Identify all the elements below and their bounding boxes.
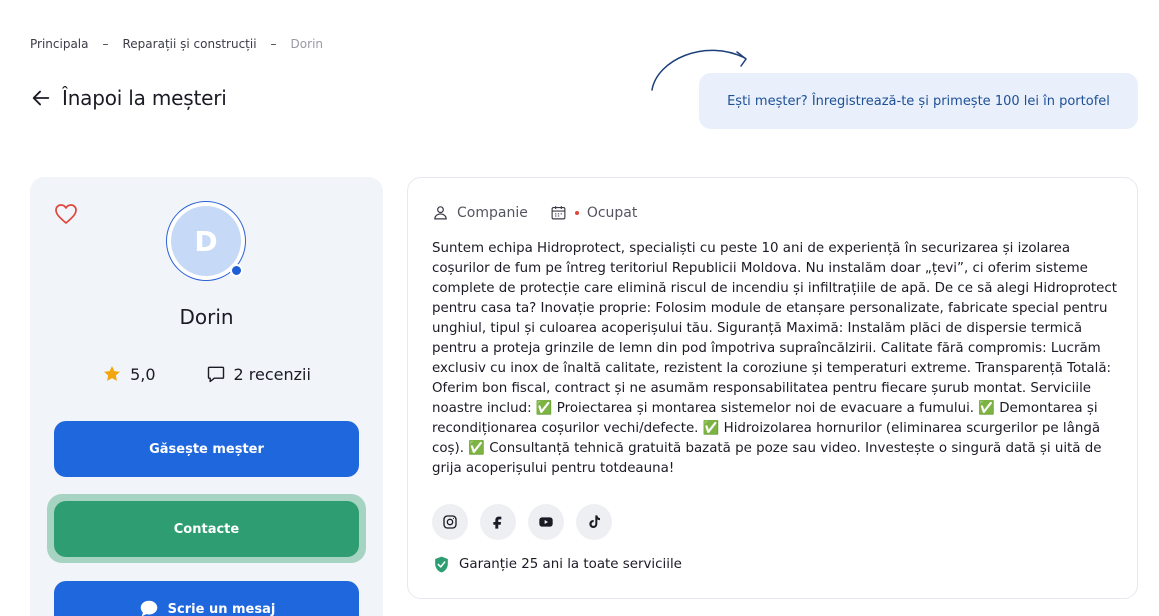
guarantee: Garanție 25 ani la toate serviciile <box>432 555 682 574</box>
back-link[interactable]: Înapoi la meșteri <box>30 86 227 110</box>
find-master-button[interactable]: Găsește meșter <box>54 421 359 477</box>
register-promo-text: Ești meșter? Înregistrează-te și primeșt… <box>727 93 1110 109</box>
online-status-dot <box>230 264 243 277</box>
breadcrumb: Principala – Reparații și construcții – … <box>30 37 323 51</box>
calendar-icon <box>551 206 566 220</box>
guarantee-text: Garanție 25 ani la toate serviciile <box>459 557 682 572</box>
breadcrumb-separator: – <box>102 37 109 51</box>
arrow-left-icon <box>32 90 50 106</box>
write-message-label: Scrie un mesaj <box>167 601 276 616</box>
star-icon <box>104 366 120 381</box>
contacts-button[interactable]: Contacte <box>54 501 359 557</box>
back-link-label: Înapoi la meșteri <box>62 86 227 110</box>
facebook-icon <box>493 516 502 529</box>
availability-status-label: Ocupat <box>586 204 638 221</box>
write-message-button[interactable]: Scrie un mesaj <box>54 581 359 616</box>
facebook-link[interactable] <box>480 504 516 540</box>
chat-bubble-icon <box>207 366 224 383</box>
details-card: Companie Ocupat Suntem echipa Hidroprote… <box>407 177 1138 599</box>
profile-name: Dorin <box>179 305 234 329</box>
profile-card: D Dorin 5,0 2 recenzii Găsește meșter Co… <box>30 177 383 616</box>
breadcrumb-item-category[interactable]: Reparații și construcții <box>123 37 257 51</box>
heart-icon[interactable] <box>54 203 78 225</box>
shield-check-icon <box>435 556 448 573</box>
busy-status-dot <box>574 210 579 215</box>
user-icon <box>434 206 447 220</box>
company-description: Suntem echipa Hidroprotect, specialiști … <box>432 241 1118 476</box>
youtube-icon <box>539 517 553 527</box>
account-type-label: Companie <box>457 204 528 221</box>
avatar: D <box>166 201 246 281</box>
reviews-count: 2 recenzii <box>233 364 311 384</box>
instagram-link[interactable] <box>432 504 468 540</box>
account-type: Companie <box>432 204 528 221</box>
rating-value: 5,0 <box>130 364 156 384</box>
chat-icon <box>140 600 157 616</box>
social-links <box>432 504 612 540</box>
details-meta: Companie Ocupat <box>432 204 637 221</box>
rating: 5,0 <box>102 364 156 384</box>
breadcrumb-item-current: Dorin <box>290 37 324 51</box>
tiktok-link[interactable] <box>576 504 612 540</box>
tiktok-icon <box>589 515 600 528</box>
register-promo-banner[interactable]: Ești meșter? Înregistrează-te și primeșt… <box>699 73 1138 129</box>
profile-stats: 5,0 2 recenzii <box>30 364 383 384</box>
availability-status: Ocupat <box>550 204 638 221</box>
breadcrumb-separator: – <box>270 37 277 51</box>
reviews-link[interactable]: 2 recenzii <box>206 364 311 384</box>
instagram-icon <box>443 515 457 529</box>
breadcrumb-item-home[interactable]: Principala <box>30 37 89 51</box>
youtube-link[interactable] <box>528 504 564 540</box>
